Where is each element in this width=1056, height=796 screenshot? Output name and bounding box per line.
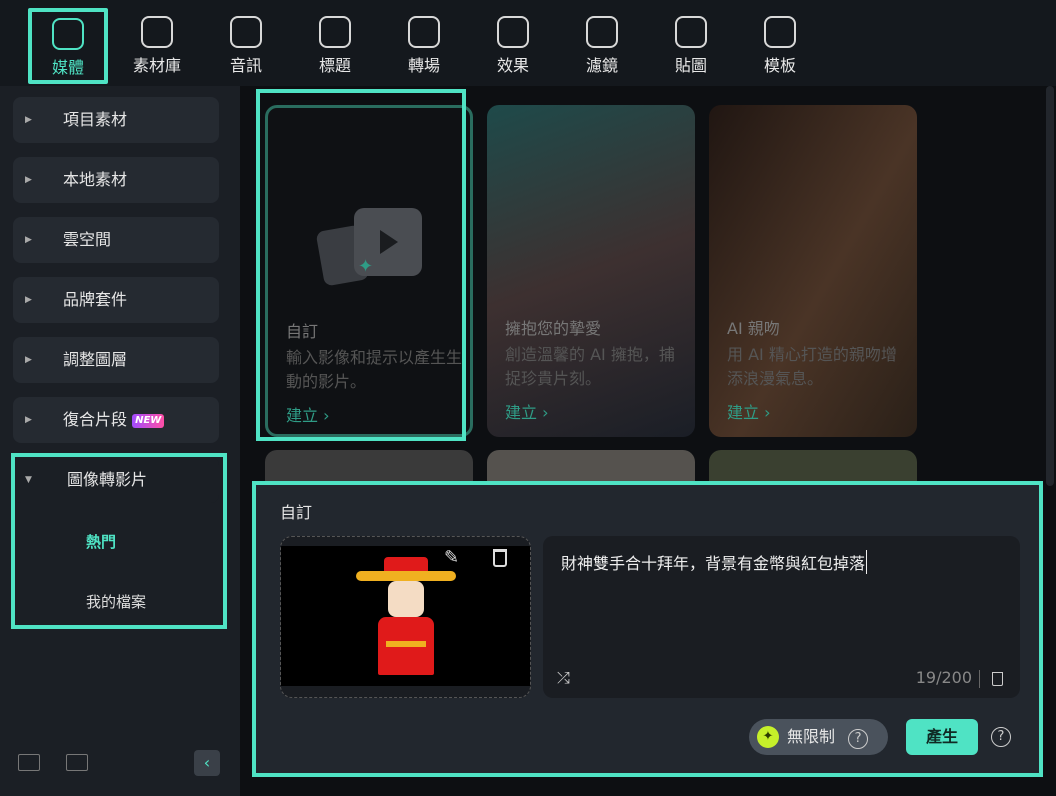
caret-right-icon: ▶ [25,175,32,185]
media-icon [52,18,84,50]
store-icon [141,16,173,48]
sidebar-item-label: 復合片段 [63,410,128,429]
prompt-input[interactable]: 財神雙手合十拜年，背景有金幣與紅包掉落 ⤮ 19/200 [543,536,1020,698]
sidebar-subitem-popular[interactable]: 熱門 [86,531,116,552]
caret-right-icon: ▶ [25,115,32,125]
sidebar-item[interactable]: ▶ 調整圖層 [13,337,219,383]
card-kiss[interactable]: AI 親吻 用 AI 精心打造的親吻增添浪漫氣息。 建立 › [709,105,917,437]
sidebar-item-label: 調整圖層 [63,350,128,369]
highlight-custom-card [256,89,466,441]
sidebar-item[interactable]: ▶ 雲空間 [13,217,219,263]
custom-generate-panel: 自訂 ✎ 財神雙手合十拜年，背景有金幣與紅包掉落 ⤮ 19/200 ✦ 無限制 … [252,481,1043,777]
scrollbar[interactable] [1046,86,1054,486]
template-icon [764,16,796,48]
tab-music[interactable]: 音訊 [206,10,286,80]
uploaded-image[interactable]: ✎ [280,536,531,698]
tab-label: 媒體 [51,58,84,77]
top-toolbar: 媒體 素材庫 音訊 標題 轉場 效果 濾鏡 貼圖 模板 [0,0,1056,86]
card-create-link[interactable]: 建立 › [727,399,771,423]
tab-label: 模板 [763,56,796,75]
new-folder-icon[interactable] [18,754,40,771]
panel-title: 自訂 [280,503,313,522]
sidebar-item-label: 本地素材 [63,170,128,189]
sticker-icon [675,16,707,48]
help-icon[interactable]: ? [991,727,1011,747]
shuffle-icon[interactable]: ⤮ [557,668,570,688]
tab-media[interactable]: 媒體 [28,8,108,84]
delete-image-icon[interactable] [493,549,507,567]
tab-label: 音訊 [229,56,262,75]
tab-text[interactable]: 標題 [295,10,375,80]
card-title: AI 親吻 [727,319,780,338]
sidebar-item-label: 雲空間 [63,230,112,249]
card-create-link[interactable]: 建立 › [505,399,549,423]
sidebar-item[interactable]: ▶ 品牌套件 [13,277,219,323]
tab-filter[interactable]: 濾鏡 [562,10,642,80]
caret-right-icon: ▶ [25,295,32,305]
god-of-wealth-image [356,557,456,682]
tab-store[interactable]: 素材庫 [117,10,197,80]
filter-icon [586,16,618,48]
mode-unlimited-button[interactable]: ✦ 無限制 ? [749,719,888,755]
sidebar-item[interactable]: ▶ 復合片段 NEW [13,397,219,443]
effects-icon [497,16,529,48]
music-icon [230,16,262,48]
tab-label: 標題 [318,56,351,75]
sparkle-icon: ✦ [757,726,779,748]
tab-label: 素材庫 [132,56,181,75]
sidebar-item-label: 品牌套件 [63,290,128,309]
tab-sticker[interactable]: 貼圖 [651,10,731,80]
clear-prompt-icon[interactable] [992,672,1003,686]
tab-template[interactable]: 模板 [740,10,820,80]
caret-right-icon: ▶ [25,355,32,365]
new-badge: NEW [132,413,165,428]
tab-effects[interactable]: 效果 [473,10,553,80]
sidebar-item[interactable]: ▶ 項目素材 [13,97,219,143]
sidebar-item[interactable]: ▶ 本地素材 [13,157,219,203]
help-icon[interactable]: ? [848,729,869,749]
tab-transition[interactable]: 轉場 [384,10,464,80]
delete-folder-icon[interactable] [66,754,88,771]
text-icon [319,16,351,48]
sidebar: ▶ 項目素材 ▶ 本地素材 ▶ 雲空間 ▶ 品牌套件 ▶ 調整圖層 ▶ 復合片段 NEW ▼ 圖像轉影片 … [0,86,240,796]
mode-label: 無限制 [787,727,836,746]
prompt-text[interactable]: 財神雙手合十拜年，背景有金幣與紅包掉落 [561,550,868,574]
tab-label: 貼圖 [674,56,707,75]
caret-right-icon: ▶ [25,235,32,245]
transition-icon [408,16,440,48]
card-embrace[interactable]: 擁抱您的摯愛 創造溫馨的 AI 擁抱，捕捉珍貴片刻。 建立 › [487,105,695,437]
divider [979,670,980,688]
generate-button[interactable]: 產生 [906,719,978,755]
edit-icon[interactable]: ✎ [444,547,459,568]
tab-label: 轉場 [407,56,440,75]
sidebar-subitem-my-files[interactable]: 我的檔案 [86,591,146,612]
card-desc: 用 AI 精心打造的親吻增添浪漫氣息。 [727,345,897,388]
char-count: 19/200 [915,668,972,687]
tab-label: 效果 [496,56,529,75]
tab-label: 濾鏡 [585,56,618,75]
card-title: 擁抱您的摯愛 [505,319,602,338]
collapse-sidebar-button[interactable]: ‹ [194,750,220,776]
caret-right-icon: ▶ [25,415,32,425]
card-desc: 創造溫馨的 AI 擁抱，捕捉珍貴片刻。 [505,345,675,388]
sidebar-item-label: 項目素材 [63,110,128,129]
